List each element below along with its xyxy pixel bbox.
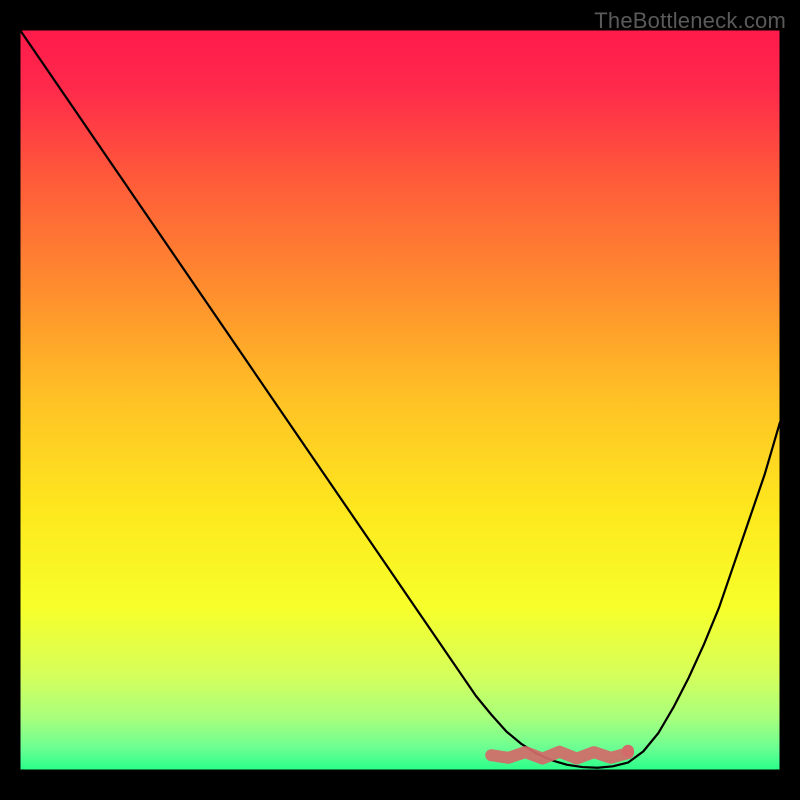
chart-container: TheBottleneck.com	[0, 0, 800, 800]
bottleneck-chart	[0, 0, 800, 800]
watermark-text: TheBottleneck.com	[594, 8, 786, 34]
marker-dot	[622, 745, 634, 757]
marker-band-optimal-range	[491, 752, 628, 759]
